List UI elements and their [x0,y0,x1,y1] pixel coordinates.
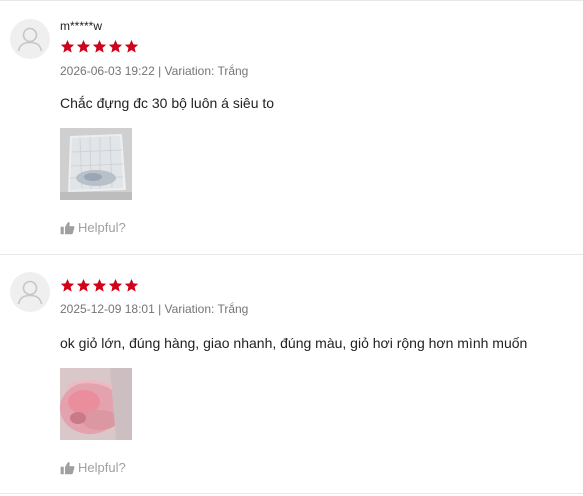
star-icon [92,39,107,54]
star-icon [60,278,75,293]
star-icon [60,39,75,54]
star-icon [108,278,123,293]
review-photo[interactable] [60,368,132,440]
reviewer-username: m*****w [60,19,103,33]
star-icon [92,278,107,293]
review-item: 2025-12-09 18:01 | Variation: Trắng ok g… [0,254,583,494]
helpful-label: Helpful? [78,220,126,235]
review-photo[interactable] [60,128,132,200]
review-comment: ok giỏ lớn, đúng hàng, giao nhanh, đúng … [60,335,528,351]
star-icon [124,39,139,54]
rating-stars [60,278,139,293]
thumbs-up-icon [60,221,75,235]
user-avatar-icon [10,19,50,59]
star-icon [76,39,91,54]
thumbs-up-icon [60,461,75,475]
star-icon [124,278,139,293]
review-meta: 2025-12-09 18:01 | Variation: Trắng [60,302,249,316]
user-avatar-icon [10,272,50,312]
star-icon [108,39,123,54]
review-comment: Chắc đựng đc 30 bộ luôn á siêu to [60,95,275,111]
star-icon [76,278,91,293]
review-item: m*****w 2026-06-03 19:22 | Variation: Tr… [0,0,583,254]
helpful-button[interactable]: Helpful? [60,460,126,475]
helpful-label: Helpful? [78,460,126,475]
helpful-button[interactable]: Helpful? [60,220,126,235]
rating-stars [60,39,139,54]
review-meta: 2026-06-03 19:22 | Variation: Trắng [60,64,249,78]
